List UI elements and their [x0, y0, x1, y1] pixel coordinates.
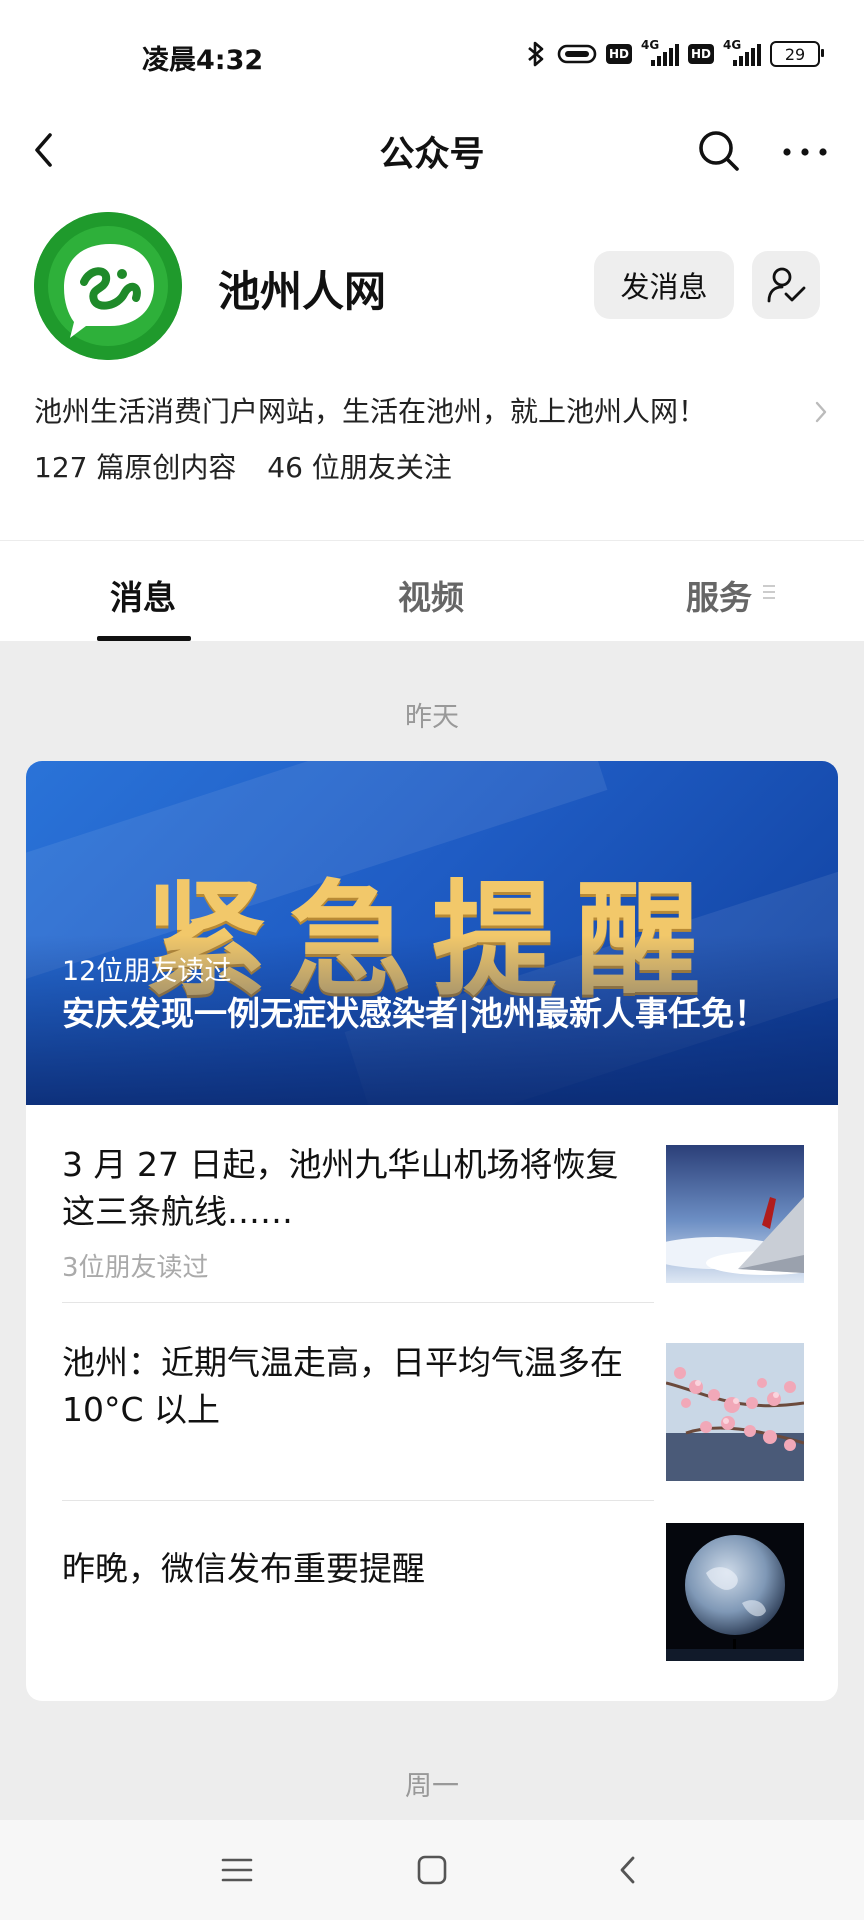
article-title: 池州：近期气温走高，日平均气温多在 10°C 以上 — [62, 1343, 623, 1429]
send-message-button[interactable]: 发消息 — [594, 251, 734, 319]
blossom-image — [666, 1343, 804, 1481]
friends-following: 46 位朋友关注 — [267, 451, 452, 484]
profile-header: 池州人网 发消息 池州生活消费门户网站，生活在池州，就上池州人网！ 127 篇原… — [0, 200, 864, 540]
article-item[interactable]: 昨晚，微信发布重要提醒 — [26, 1501, 838, 1701]
link-icon — [557, 42, 597, 66]
account-logo-icon — [34, 212, 182, 360]
menu-icon — [221, 1858, 253, 1882]
home-icon — [417, 1855, 447, 1885]
tab-services[interactable]: 服务 — [686, 571, 752, 619]
status-time: 凌晨4:32 — [142, 45, 264, 76]
tab-bar: 消息 视频 服务 — [0, 540, 864, 641]
original-count: 127 篇原创内容 — [34, 451, 237, 484]
article-group-card: 紧急提醒 12位朋友读过 安庆发现一例无症状感染者|池州最新人事任免！ 3 月 … — [26, 761, 838, 1701]
hero-readers: 12位朋友读过 — [62, 956, 232, 987]
earth-image — [666, 1523, 804, 1661]
nav-bar: 公众号 — [0, 100, 864, 200]
signal-icon: 4G — [641, 38, 679, 68]
article-readers: 3位朋友读过 — [62, 1253, 209, 1283]
hero-title: 安庆发现一例无症状感染者|池州最新人事任免！ — [62, 994, 768, 1033]
chevron-right-icon — [814, 400, 828, 428]
hd-badge: HD — [605, 44, 632, 64]
system-nav-bar — [0, 1820, 864, 1920]
account-description[interactable]: 池州生活消费门户网站，生活在池州，就上池州人网！ — [34, 390, 834, 434]
bluetooth-icon — [524, 40, 548, 68]
following-button[interactable] — [752, 251, 820, 319]
account-stats: 127 篇原创内容 46 位朋友关注 — [34, 446, 452, 486]
article-item[interactable]: 3 月 27 日起，池州九华山机场将恢复这三条航线…… 3位朋友读过 — [26, 1105, 838, 1303]
account-avatar[interactable] — [34, 212, 182, 360]
menu-icon — [761, 583, 777, 605]
signal-icon: 4G — [723, 38, 761, 68]
airplane-wing-image — [666, 1145, 804, 1283]
tab-messages[interactable]: 消息 — [110, 571, 176, 619]
recent-apps-button[interactable] — [207, 1842, 267, 1898]
home-button[interactable] — [402, 1842, 462, 1898]
account-name: 池州人网 — [218, 267, 387, 316]
date-label: 周一 — [405, 1771, 459, 1802]
hero-article[interactable]: 紧急提醒 12位朋友读过 安庆发现一例无症状感染者|池州最新人事任免！ — [26, 761, 838, 1105]
hd-badge: HD — [687, 44, 714, 64]
status-icons: HD 4G HD 4G 29 — [524, 38, 824, 68]
back-icon — [620, 1856, 635, 1884]
tab-videos[interactable]: 视频 — [398, 571, 464, 619]
date-label: 昨天 — [405, 702, 459, 733]
description-text: 池州生活消费门户网站，生活在池州，就上池州人网！ — [34, 395, 707, 428]
message-feed: 昨天 紧急提醒 12位朋友读过 安庆发现一例无症状感染者|池州最新人事任免！ 3… — [0, 641, 864, 1820]
article-title: 昨晚，微信发布重要提醒 — [62, 1549, 425, 1588]
system-back-button[interactable] — [598, 1842, 658, 1898]
more-button[interactable] — [776, 118, 834, 182]
status-bar: 凌晨4:32 HD 4G HD 4G 29 — [0, 0, 864, 110]
search-icon — [699, 131, 739, 171]
more-icon — [783, 148, 827, 156]
article-item[interactable]: 池州：近期气温走高，日平均气温多在 10°C 以上 — [26, 1303, 838, 1501]
battery-icon: 29 — [770, 41, 824, 67]
user-check-icon — [767, 267, 806, 303]
article-title: 3 月 27 日起，池州九华山机场将恢复这三条航线…… — [62, 1145, 619, 1231]
search-button[interactable] — [692, 118, 746, 182]
